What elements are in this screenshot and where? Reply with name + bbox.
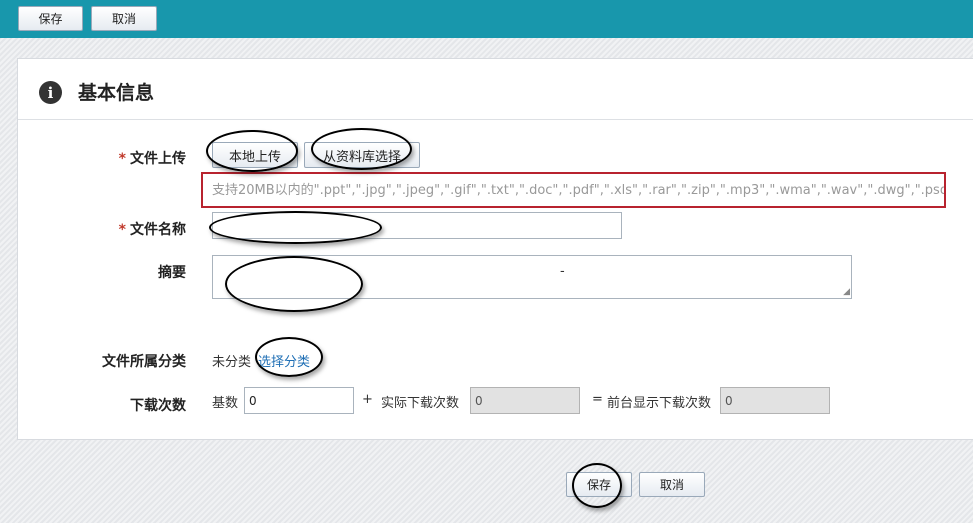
top-toolbar: 保存 取消 — [0, 0, 973, 38]
footer-save-button[interactable]: 保存 — [566, 472, 632, 497]
top-cancel-button[interactable]: 取消 — [91, 6, 157, 31]
panel-title: 基本信息 — [78, 82, 155, 104]
summary-textarea[interactable]: - ◢ — [212, 255, 852, 299]
file-name-input[interactable] — [212, 212, 622, 239]
basic-info-panel: i 基本信息 — [17, 58, 973, 440]
category-current: 未分类 — [212, 355, 252, 370]
summary-label: 摘要 — [158, 265, 186, 281]
summary-text: - — [560, 264, 565, 279]
footer-cancel-button[interactable]: 取消 — [639, 472, 705, 497]
upload-format-hint: 支持20MB以内的".ppt",".jpg",".jpeg",".gif",".… — [201, 172, 946, 208]
actual-count-input — [470, 387, 580, 414]
select-category-link[interactable]: 选择分类 — [258, 351, 310, 370]
file-name-label: * 文件名称 — [110, 219, 186, 239]
file-upload-label-text: 文件上传 — [130, 151, 186, 167]
base-count-input[interactable] — [244, 387, 354, 414]
resize-handle-icon[interactable]: ◢ — [843, 287, 850, 297]
file-upload-label: * 文件上传 — [110, 148, 186, 168]
download-count-label: 下载次数 — [130, 398, 186, 414]
top-save-button[interactable]: 保存 — [18, 6, 83, 31]
local-upload-button[interactable]: 本地上传 — [212, 142, 298, 168]
library-select-button[interactable]: 从资料库选择 — [304, 142, 420, 168]
plus-sign: + — [362, 392, 373, 407]
required-mark: * — [118, 151, 126, 167]
category-label: 文件所属分类 — [102, 354, 186, 370]
display-count-input — [720, 387, 830, 414]
actual-count-label: 实际下载次数 — [381, 396, 460, 411]
base-count-label: 基数 — [212, 396, 239, 411]
required-mark: * — [118, 222, 126, 238]
equals-sign: = — [592, 392, 603, 407]
info-icon: i — [39, 81, 62, 104]
display-count-label: 前台显示下载次数 — [607, 396, 712, 411]
file-name-label-text: 文件名称 — [130, 222, 186, 238]
panel-header: i 基本信息 — [18, 59, 973, 120]
